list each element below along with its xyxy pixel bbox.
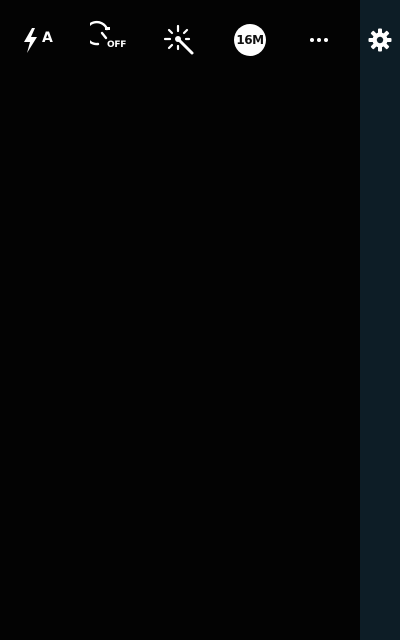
resolution-badge: 16M [234,24,266,56]
dot [317,38,321,42]
resolution-button[interactable]: 16M [230,20,270,60]
camera-viewfinder[interactable] [0,0,360,640]
timer-mode-label: OFF [107,40,127,50]
more-dots-icon [310,38,328,42]
flash-button[interactable]: A [18,20,58,60]
flash-mode-label: A [42,30,53,46]
more-options-button[interactable] [299,20,339,60]
effects-button[interactable] [158,20,198,60]
side-panel [360,0,400,640]
timer-button[interactable]: OFF [90,20,130,60]
settings-button[interactable] [360,20,400,60]
camera-screen: A OFF 16M [0,0,400,640]
magic-wand-icon [163,24,194,55]
dot [324,38,328,42]
dot [310,38,314,42]
gear-icon [368,28,392,52]
